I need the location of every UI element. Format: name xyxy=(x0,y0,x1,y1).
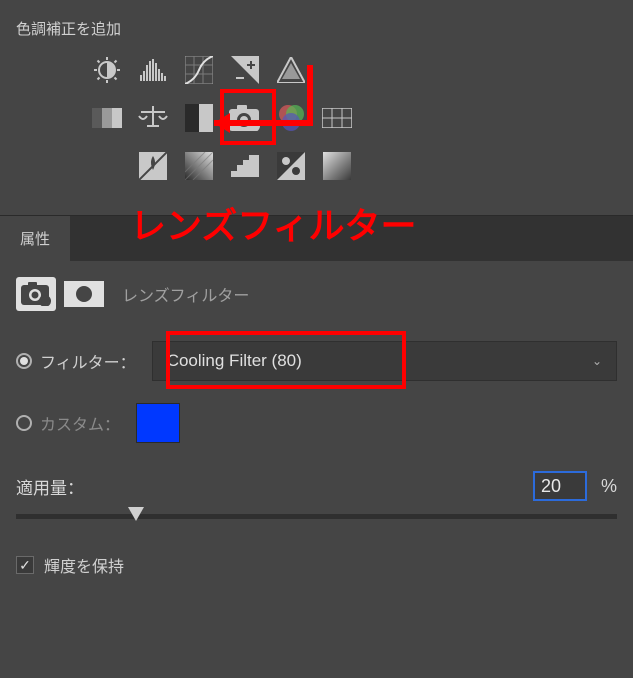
adjustments-grid: レンズフィルター xyxy=(0,53,633,215)
filter-dropdown-value: Cooling Filter (80) xyxy=(167,351,302,371)
black-white-icon[interactable] xyxy=(90,101,124,135)
threshold-icon[interactable] xyxy=(182,101,216,135)
custom-color-row: カスタム： xyxy=(16,403,617,443)
tab-properties[interactable]: 属性 xyxy=(0,216,70,261)
photo-filter-icon[interactable] xyxy=(228,101,262,135)
tab-bar-space xyxy=(70,216,633,261)
custom-color-swatch[interactable] xyxy=(136,403,180,443)
properties-header: レンズフィルター xyxy=(16,277,617,311)
preserve-luminosity-label: 輝度を保持 xyxy=(44,553,124,577)
vibrance-icon[interactable] xyxy=(274,53,308,87)
slider-track xyxy=(16,514,617,519)
custom-mode-radio[interactable] xyxy=(16,415,32,431)
density-input[interactable] xyxy=(533,471,587,501)
density-unit: % xyxy=(601,476,617,497)
filter-dropdown[interactable]: Cooling Filter (80) ⌄ xyxy=(152,341,617,381)
levels-icon[interactable] xyxy=(136,53,170,87)
filter-mode-radio[interactable] xyxy=(16,353,32,369)
hue-saturation-icon[interactable] xyxy=(136,149,170,183)
color-lookup-icon[interactable] xyxy=(320,101,354,135)
brightness-contrast-icon[interactable] xyxy=(90,53,124,87)
adjustments-row-1 xyxy=(90,53,633,87)
preserve-luminosity-checkbox[interactable] xyxy=(16,556,34,574)
color-balance-icon[interactable] xyxy=(136,101,170,135)
filter-label: フィルター： xyxy=(40,349,136,373)
properties-panel: レンズフィルター フィルター： Cooling Filter (80) ⌄ カス… xyxy=(0,261,633,593)
exposure-icon[interactable] xyxy=(228,53,262,87)
properties-title: レンズフィルター xyxy=(122,282,249,306)
invert-icon[interactable] xyxy=(274,149,308,183)
density-label: 適用量： xyxy=(16,474,84,499)
adjustments-row-3 xyxy=(136,149,633,183)
curves-icon[interactable] xyxy=(182,53,216,87)
layer-mask-icon[interactable] xyxy=(64,281,104,307)
custom-label: カスタム： xyxy=(40,411,120,435)
chevron-down-icon: ⌄ xyxy=(592,354,602,368)
properties-tab-bar: 属性 xyxy=(0,215,633,261)
density-slider[interactable] xyxy=(16,507,617,527)
posterize-icon[interactable] xyxy=(228,149,262,183)
channel-mixer-icon[interactable] xyxy=(274,101,308,135)
photo-filter-panel-icon[interactable] xyxy=(16,277,56,311)
preserve-luminosity-row: 輝度を保持 xyxy=(16,553,617,577)
adjustments-row-2 xyxy=(90,101,633,135)
adjustments-header: 色調補正を追加 xyxy=(0,0,633,53)
filter-preset-row: フィルター： Cooling Filter (80) ⌄ xyxy=(16,341,617,381)
density-row: 適用量： % xyxy=(16,471,617,501)
gradient-map-icon[interactable] xyxy=(182,149,216,183)
slider-thumb[interactable] xyxy=(128,507,144,521)
selective-color-icon[interactable] xyxy=(320,149,354,183)
